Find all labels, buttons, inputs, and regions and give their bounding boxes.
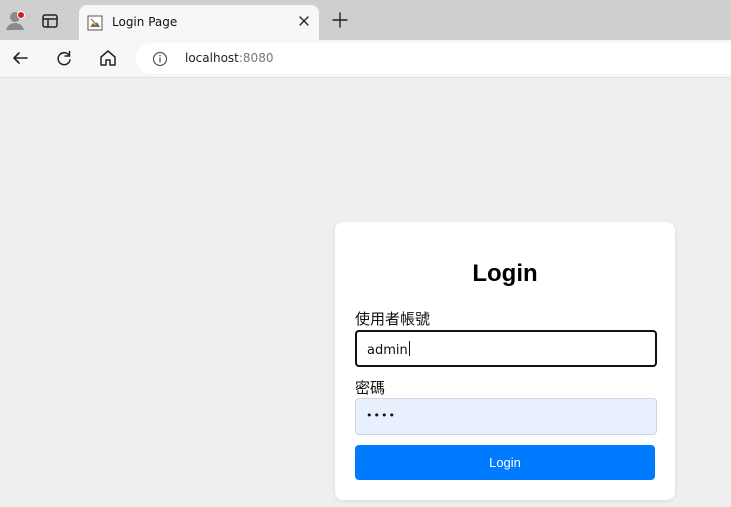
username-value: admin: [367, 343, 408, 358]
username-value-wrapper: admin: [367, 341, 410, 359]
close-icon-glyph: [299, 16, 309, 26]
info-glyph: [152, 51, 168, 67]
profile-icon-glyph: [6, 12, 24, 30]
tab-title: Login Page: [112, 15, 178, 29]
browser-toolbar: localhost:8080: [0, 40, 731, 78]
tab-actions-icon[interactable]: [40, 11, 60, 31]
image-favicon-icon: [87, 15, 103, 31]
close-icon[interactable]: [297, 14, 311, 28]
home-icon[interactable]: [98, 48, 118, 68]
login-button[interactable]: Login: [355, 445, 655, 480]
profile-icon[interactable]: [3, 8, 29, 34]
back-arrow-glyph: [13, 52, 28, 64]
plus-icon-glyph: [332, 12, 348, 28]
address-bar[interactable]: localhost:8080: [136, 43, 731, 74]
username-label: 使用者帳號: [355, 310, 431, 328]
tab-login-page[interactable]: Login Page: [79, 5, 319, 40]
tab-actions-glyph: [42, 14, 58, 28]
plus-icon[interactable]: [331, 11, 349, 29]
page-content: Login 使用者帳號 admin 密碼 •••• Login: [0, 78, 731, 507]
url-host: localhost: [185, 51, 239, 65]
login-title: Login: [472, 260, 538, 287]
browser-window: Login Page localhost:8080 Login 使用者帳號 ad…: [0, 0, 731, 507]
password-value: ••••: [366, 409, 396, 422]
home-glyph: [100, 50, 116, 66]
url-text[interactable]: localhost:8080: [185, 49, 273, 67]
text-caret: [408, 341, 410, 356]
info-icon[interactable]: [152, 51, 168, 67]
image-favicon-glyph: [87, 15, 103, 31]
login-card: Login 使用者帳號 admin 密碼 •••• Login: [335, 222, 675, 500]
url-port: :8080: [238, 51, 274, 65]
password-label: 密碼: [355, 379, 386, 397]
notification-dot: [17, 11, 25, 19]
reload-icon[interactable]: [54, 48, 74, 68]
back-arrow-icon[interactable]: [10, 48, 30, 68]
username-input[interactable]: admin: [355, 330, 657, 367]
tab-strip: Login Page: [0, 0, 731, 40]
reload-glyph: [57, 50, 71, 66]
password-input[interactable]: ••••: [355, 398, 657, 435]
